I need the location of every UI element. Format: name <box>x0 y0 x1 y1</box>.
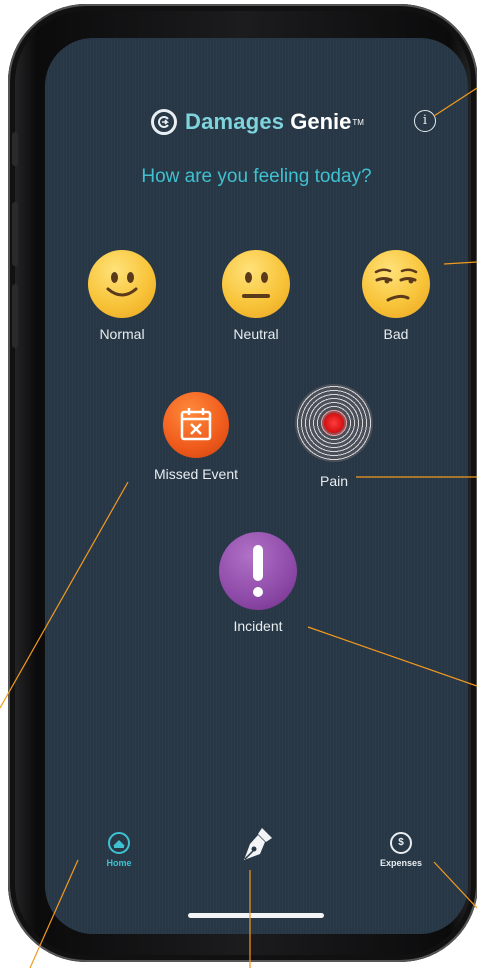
event-option-missed-event[interactable]: Missed Event <box>141 392 251 482</box>
tab-home[interactable]: Home <box>97 832 141 868</box>
tab-expenses[interactable]: $ Expenses <box>370 832 432 868</box>
event-option-pain[interactable]: Pain <box>289 384 379 489</box>
mute-switch <box>12 132 18 166</box>
home-indicator <box>188 913 324 918</box>
dollar-icon: $ <box>390 832 412 854</box>
mood-option-neutral[interactable]: Neutral <box>221 250 291 342</box>
mood-label: Bad <box>383 326 409 342</box>
brand-name-part1: Damages <box>185 109 285 134</box>
event-option-incident[interactable]: Incident <box>213 532 303 634</box>
exclamation-icon <box>219 532 297 610</box>
mood-option-normal[interactable]: Normal <box>87 250 157 342</box>
feeling-question: How are you feeling today? <box>141 166 372 187</box>
app-logo: Damages Genie TM <box>151 102 364 142</box>
pain-target-icon <box>295 384 373 462</box>
home-icon <box>108 832 130 854</box>
trademark-mark: TM <box>352 117 364 127</box>
slightly-smiling-face-icon <box>88 250 156 318</box>
neutral-face-icon <box>222 250 290 318</box>
event-label: Pain <box>319 473 349 489</box>
tab-home-label: Home <box>106 858 132 868</box>
mood-option-bad[interactable]: Bad <box>361 250 431 342</box>
volume-down-button <box>12 284 18 348</box>
bottom-tab-bar: Home $ Expenses <box>45 784 468 934</box>
genie-logo-icon <box>151 109 177 135</box>
app-header: Damages Genie TM i <box>45 102 468 142</box>
unamused-face-icon <box>362 250 430 318</box>
calendar-x-icon <box>163 392 229 458</box>
tab-expenses-label: Expenses <box>379 858 423 868</box>
mood-label: Neutral <box>233 326 279 342</box>
app-screen: Damages Genie TM i How are you feeling t… <box>45 38 468 934</box>
event-label: Missed Event <box>153 466 239 482</box>
mood-label: Normal <box>99 326 145 342</box>
info-button[interactable]: i <box>414 110 436 132</box>
volume-up-button <box>12 202 18 266</box>
phone-frame: Damages Genie TM i How are you feeling t… <box>8 4 477 962</box>
brand-name-part2: Genie <box>290 109 352 134</box>
tab-write[interactable] <box>235 824 279 866</box>
pen-nib-icon <box>244 828 272 860</box>
event-label: Incident <box>233 618 283 634</box>
